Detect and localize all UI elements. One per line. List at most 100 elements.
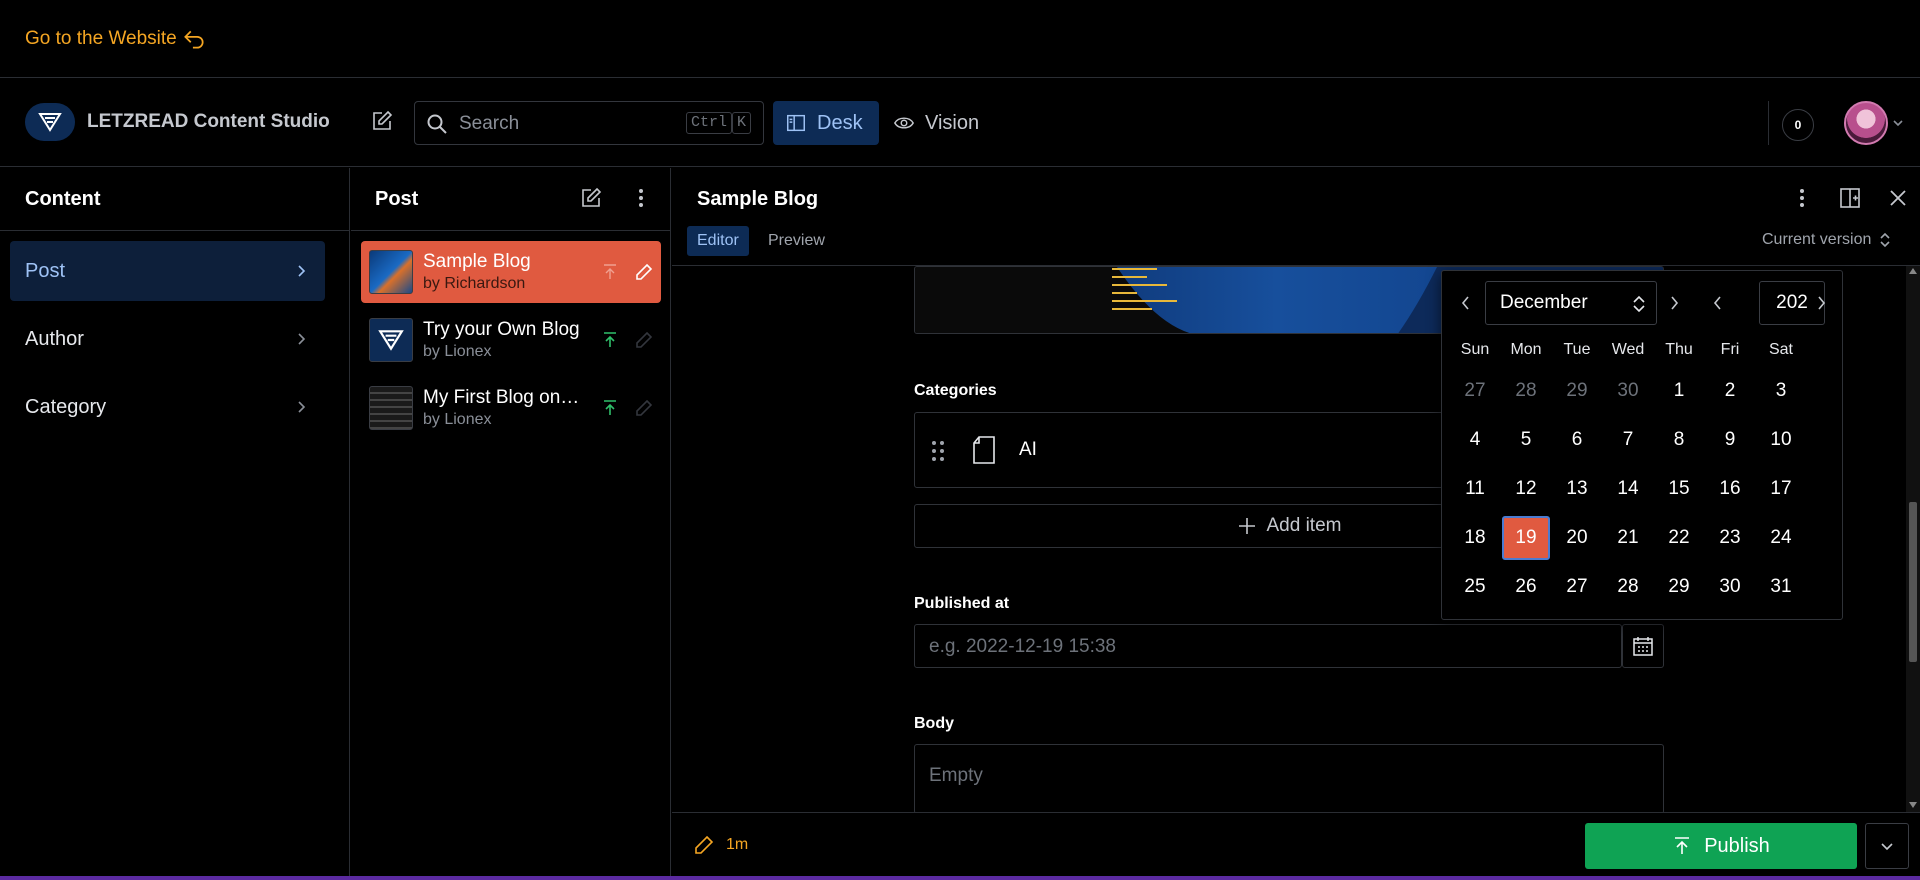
weekday-label: Sun [1460, 341, 1490, 358]
bottom-accent-strip [0, 876, 1920, 880]
list-item[interactable]: Try your Own Blog by Lionex [361, 309, 661, 371]
document-title: Try your Own Blog [423, 319, 580, 340]
published-at-placeholder: e.g. 2022-12-19 15:38 [929, 636, 1116, 657]
version-selector[interactable]: Current version [1762, 231, 1891, 249]
calendar-day[interactable]: 15 [1655, 467, 1703, 511]
drag-handle-icon[interactable] [929, 439, 947, 463]
calendar-week-row: 11 12 13 14 15 16 17 [1451, 467, 1807, 511]
calendar-day[interactable]: 22 [1655, 516, 1703, 560]
calendar-day[interactable]: 7 [1604, 418, 1652, 462]
more-vertical-icon[interactable] [629, 186, 653, 210]
calendar-day[interactable]: 10 [1757, 418, 1805, 462]
calendar-day[interactable]: 17 [1757, 467, 1805, 511]
list-item[interactable]: My First Blog on Sanity by Lionex [361, 377, 661, 439]
calendar-day[interactable]: 14 [1604, 467, 1652, 511]
content-pane: Content Post Author Category [0, 168, 350, 880]
calendar-day[interactable]: 12 [1502, 467, 1550, 511]
calendar-day[interactable]: 19 [1502, 516, 1550, 560]
compose-icon[interactable] [370, 109, 394, 133]
navbar-divider [1768, 101, 1769, 145]
calendar-day[interactable]: 13 [1553, 467, 1601, 511]
editor-scrollbar[interactable] [1906, 266, 1920, 812]
calendar-day[interactable]: 27 [1451, 369, 1499, 413]
tab-editor[interactable]: Editor [687, 226, 749, 256]
calendar-day[interactable]: 6 [1553, 418, 1601, 462]
close-icon[interactable] [1886, 186, 1910, 210]
calendar-day[interactable]: 16 [1706, 467, 1754, 511]
published-status-icon [601, 331, 619, 349]
calendar-day[interactable]: 9 [1706, 418, 1754, 462]
calendar-day[interactable]: 28 [1604, 565, 1652, 609]
calendar-day[interactable]: 4 [1451, 418, 1499, 462]
image-margin [915, 267, 1017, 333]
version-label: Current version [1762, 231, 1872, 248]
category-item-label: AI [1019, 439, 1037, 460]
body-editor[interactable]: Empty [914, 744, 1664, 814]
prev-year-icon[interactable] [1712, 295, 1724, 311]
calendar-day[interactable]: 30 [1706, 565, 1754, 609]
studio-title: LETZREAD Content Studio [87, 111, 330, 132]
notification-badge[interactable]: 0 [1782, 109, 1814, 141]
scrollbar-thumb[interactable] [1909, 502, 1917, 662]
calendar-week-row: 25 26 27 28 29 30 31 [1451, 565, 1807, 609]
scroll-down-icon[interactable] [1909, 802, 1917, 808]
calendar-day[interactable]: 23 [1706, 516, 1754, 560]
calendar-day[interactable]: 29 [1655, 565, 1703, 609]
tab-preview[interactable]: Preview [758, 226, 835, 256]
calendar-day[interactable]: 31 [1757, 565, 1805, 609]
kbd-ctrl: Ctrl [686, 112, 733, 134]
publish-icon [1672, 836, 1692, 856]
calendar-week-row: 27 28 29 30 1 2 3 [1451, 369, 1807, 413]
list-item[interactable]: Sample Blog by Richardson [361, 241, 661, 303]
calendar-day[interactable]: 18 [1451, 516, 1499, 560]
calendar-day[interactable]: 11 [1451, 467, 1499, 511]
brand[interactable]: LETZREAD Content Studio [25, 103, 330, 141]
scroll-up-icon[interactable] [1909, 268, 1917, 274]
calendar-day[interactable]: 25 [1451, 565, 1499, 609]
publish-button[interactable]: Publish [1585, 823, 1857, 869]
go-to-website-link[interactable]: Go to the Website [25, 26, 207, 52]
calendar-day[interactable]: 20 [1553, 516, 1601, 560]
calendar-day[interactable]: 30 [1604, 369, 1652, 413]
published-at-input[interactable]: e.g. 2022-12-19 15:38 [914, 624, 1622, 668]
calendar-day[interactable]: 5 [1502, 418, 1550, 462]
document-title: My First Blog on Sanity [423, 387, 583, 408]
calendar-day-grid: 27 28 29 30 1 2 3 4 5 6 7 8 9 10 11 12 13 14 15 16 17 18 19 20 2… [1451, 369, 1807, 614]
eye-icon [893, 112, 915, 134]
sidebar-item-post[interactable]: Post [10, 241, 325, 301]
calendar-day[interactable]: 28 [1502, 369, 1550, 413]
month-label: December [1500, 292, 1588, 313]
calendar-icon [1632, 635, 1654, 657]
calendar-day[interactable]: 3 [1757, 369, 1805, 413]
chevron-down-icon[interactable] [1892, 117, 1904, 129]
edit-status[interactable]: 1m [694, 835, 748, 855]
calendar-day[interactable]: 24 [1757, 516, 1805, 560]
month-select[interactable]: December [1485, 281, 1657, 325]
calendar-day[interactable]: 29 [1553, 369, 1601, 413]
sidebar-item-author[interactable]: Author [10, 309, 325, 369]
split-pane-icon[interactable] [1838, 186, 1862, 210]
calendar-day[interactable]: 21 [1604, 516, 1652, 560]
more-vertical-icon[interactable] [1790, 186, 1814, 210]
prev-month-icon[interactable] [1460, 295, 1472, 311]
divider [351, 230, 671, 231]
weekday-label: Fri [1720, 341, 1740, 358]
compose-icon[interactable] [579, 186, 603, 210]
publish-options-button[interactable] [1865, 823, 1909, 869]
sidebar-item-category[interactable]: Category [10, 377, 325, 437]
calendar-day[interactable]: 2 [1706, 369, 1754, 413]
next-month-icon[interactable] [1668, 295, 1680, 311]
sidebar-item-label: Author [25, 327, 84, 350]
calendar-day[interactable]: 26 [1502, 565, 1550, 609]
search-input[interactable]: Search Ctrl K [414, 101, 764, 145]
desk-tool-button[interactable]: Desk [773, 101, 879, 145]
calendar-day[interactable]: 1 [1655, 369, 1703, 413]
vision-tool-button[interactable]: Vision [893, 101, 979, 145]
weekday-label: Tue [1563, 341, 1591, 358]
calendar-day[interactable]: 27 [1553, 565, 1601, 609]
weekday-header: Sun Mon Tue Wed Thu Fri Sat [1450, 341, 1806, 359]
next-year-icon[interactable] [1815, 295, 1827, 311]
user-avatar[interactable] [1844, 101, 1888, 145]
calendar-toggle-button[interactable] [1622, 624, 1664, 668]
calendar-day[interactable]: 8 [1655, 418, 1703, 462]
